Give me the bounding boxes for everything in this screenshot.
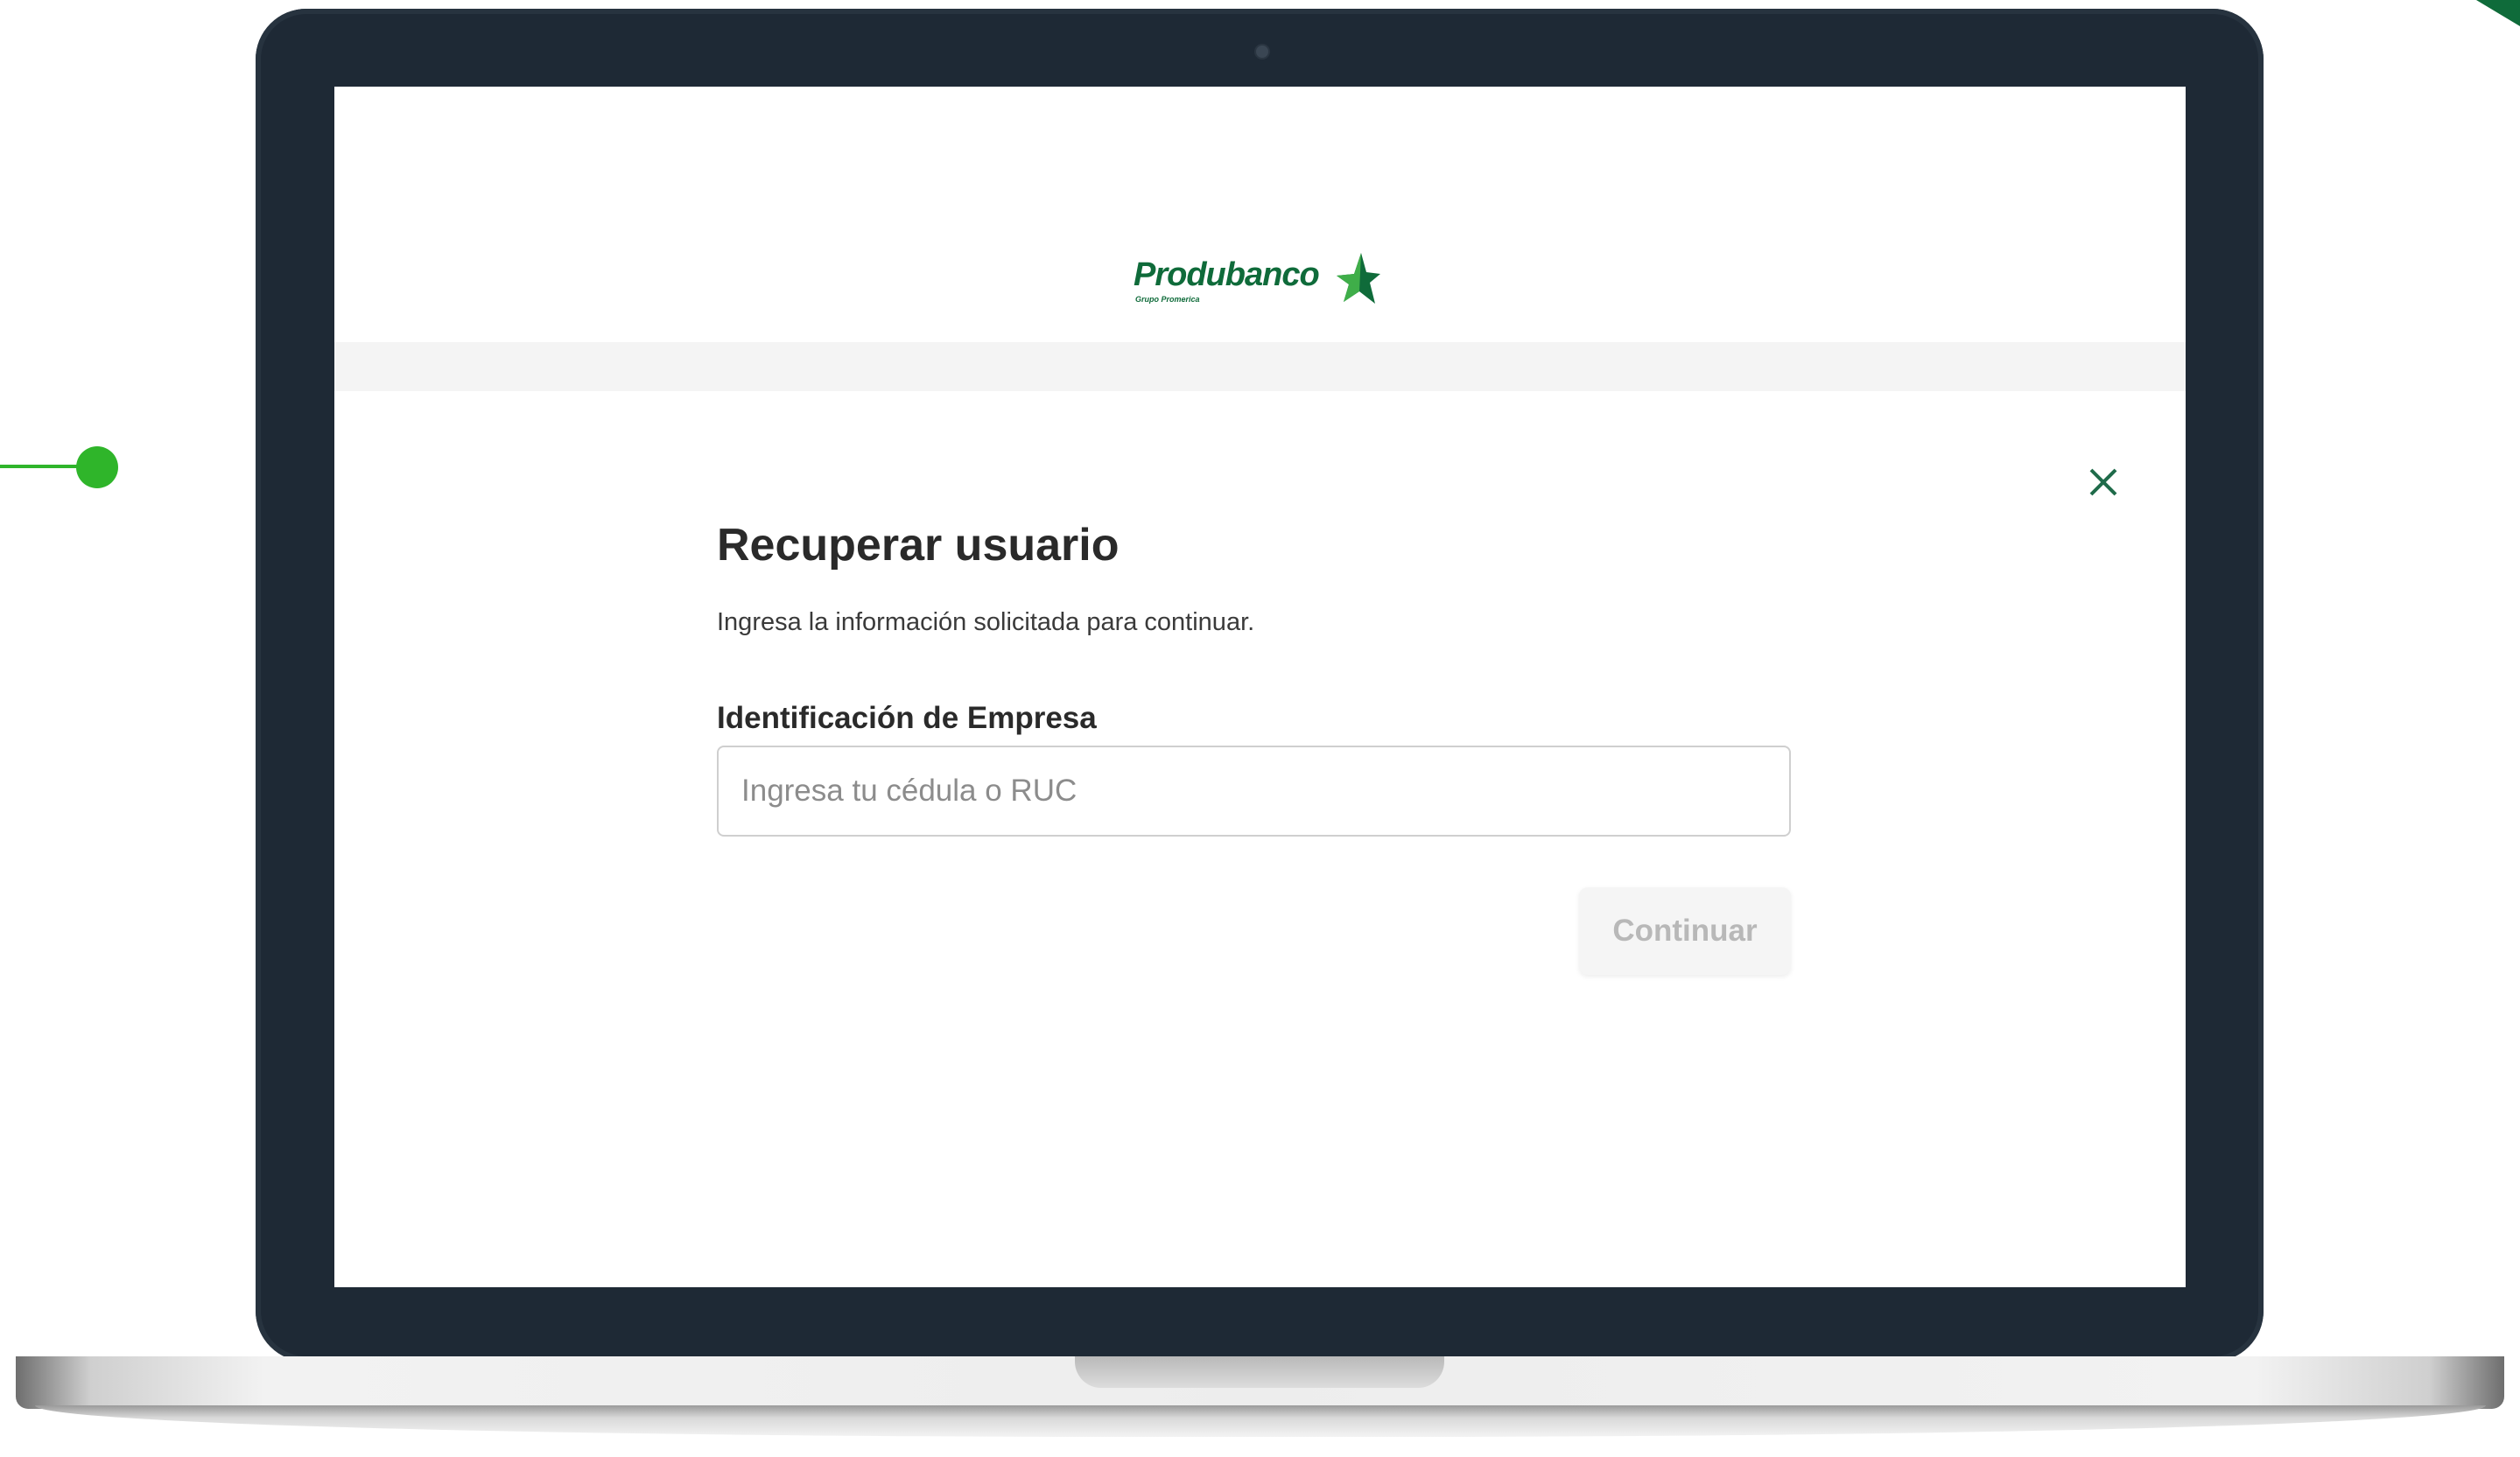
close-icon[interactable] [2084, 463, 2123, 501]
laptop-base-bottom [35, 1405, 2486, 1437]
header-divider-strip [334, 342, 2186, 391]
company-id-label: Identificación de Empresa [717, 701, 1097, 735]
page-subtitle: Ingresa la información solicitada para c… [717, 608, 1255, 636]
laptop-notch [1075, 1356, 1444, 1388]
laptop-screen: Produbanco Grupo Promerica Recuperar usu… [334, 87, 2186, 1287]
page-title: Recuperar usuario [717, 520, 1120, 571]
app-header: Produbanco Grupo Promerica [334, 87, 2186, 342]
company-id-input[interactable] [717, 746, 1791, 837]
logo-wordmark: Produbanco [1134, 256, 1320, 293]
webcam [1254, 44, 1270, 60]
connector-line [0, 465, 88, 468]
logo-tagline: Grupo Promerica [1135, 295, 1200, 304]
connector-dot [76, 446, 118, 488]
star-logo-icon [1326, 251, 1382, 312]
continue-button[interactable]: Continuar [1579, 887, 1791, 975]
produbanco-logo: Produbanco Grupo Promerica [1134, 253, 1382, 312]
corner-accent [2467, 0, 2520, 26]
